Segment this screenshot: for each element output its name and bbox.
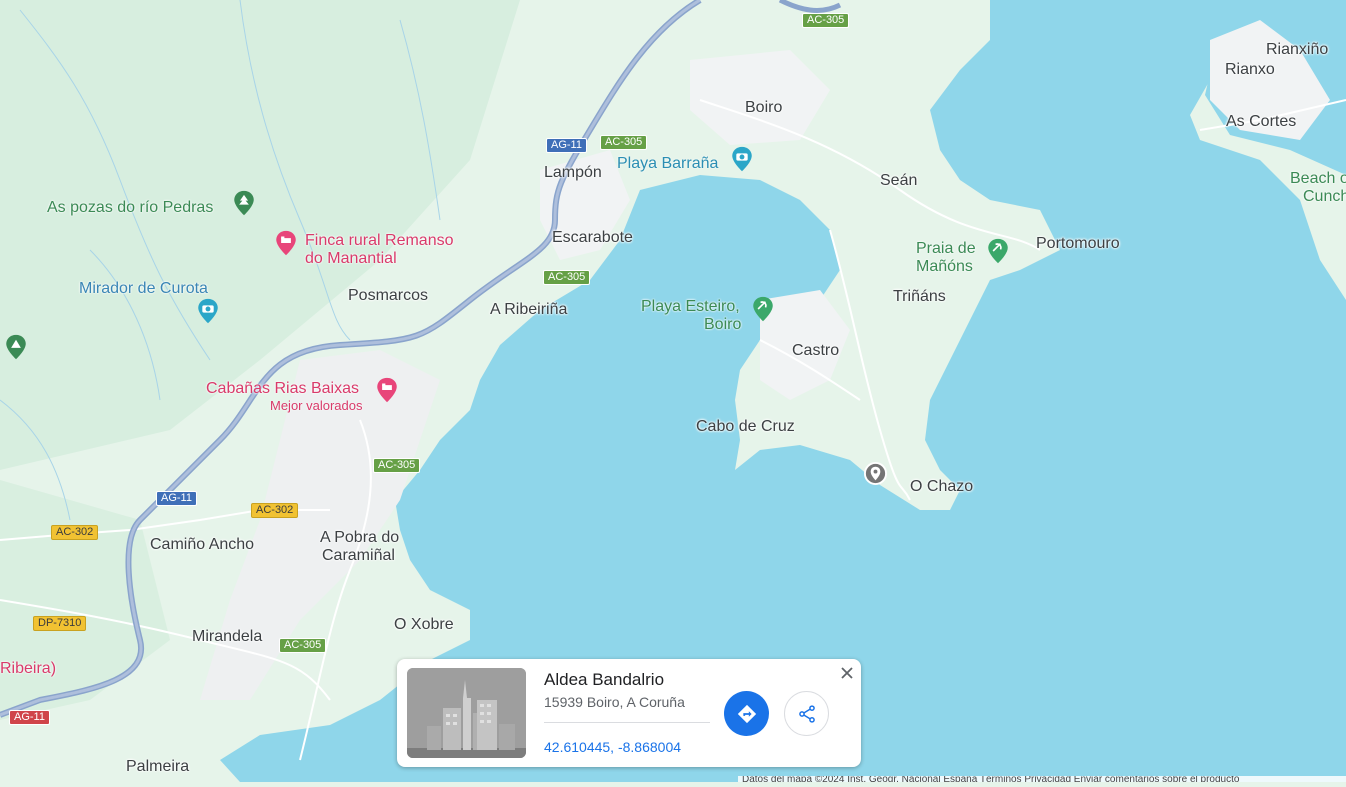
bed-icon[interactable] <box>374 377 400 403</box>
share-icon <box>798 704 815 723</box>
place-label[interactable]: Camiño Ancho <box>150 536 254 554</box>
place-label[interactable]: Mirandela <box>192 628 262 646</box>
campsite-icon[interactable] <box>3 334 29 360</box>
poi-label[interactable]: As pozas do río Pedras <box>47 199 213 217</box>
road-shield-ac305: AC-305 <box>279 638 327 653</box>
place-thumbnail[interactable] <box>407 668 526 758</box>
share-button[interactable] <box>784 691 829 736</box>
directions-icon <box>737 704 756 723</box>
road-shield-ac302: AC-302 <box>251 503 299 518</box>
place-label[interactable]: A Ribeiriña <box>490 301 567 319</box>
road-shield-ac305: AC-305 <box>600 135 648 150</box>
poi-label[interactable]: Praia de <box>916 240 976 258</box>
beach-icon[interactable] <box>750 296 776 322</box>
poi-label[interactable]: Playa Barraña <box>617 155 718 173</box>
road-shield-ac302: AC-302 <box>51 525 99 540</box>
poi-label[interactable]: Mirador de Curota <box>79 280 208 298</box>
poi-label[interactable]: do Manantial <box>305 250 397 268</box>
bed-icon[interactable] <box>273 230 299 256</box>
poi-label[interactable]: Mañóns <box>916 258 973 276</box>
road-shield-ac305: AC-305 <box>802 13 850 28</box>
road-shield-ac305: AC-305 <box>543 270 591 285</box>
place-label[interactable]: A Pobra do <box>320 529 399 547</box>
place-label[interactable]: Boiro <box>745 99 782 117</box>
place-label[interactable]: Rianxiño <box>1266 41 1328 59</box>
road-shield-ag11: AG-11 <box>156 491 197 506</box>
place-label[interactable]: Castro <box>792 342 839 360</box>
place-title: Aldea Bandalrio <box>544 670 665 689</box>
poi-sublabel[interactable]: Mejor valorados <box>270 397 363 415</box>
buildings-illustration <box>407 668 526 758</box>
place-label[interactable]: O Xobre <box>394 616 454 634</box>
close-button[interactable] <box>837 663 857 683</box>
beach-icon[interactable] <box>985 238 1011 264</box>
poi-label[interactable]: Boiro <box>704 316 741 334</box>
place-label[interactable]: Cabo de Cruz <box>696 418 795 436</box>
directions-button[interactable] <box>724 691 769 736</box>
place-label[interactable]: O Chazo <box>910 478 973 496</box>
place-label[interactable]: Portomouro <box>1036 235 1120 253</box>
place-label[interactable]: Rianxo <box>1225 61 1275 79</box>
road-shield-dp7310: DP-7310 <box>33 616 87 631</box>
poi-label[interactable]: Cabañas Rias Baixas <box>206 380 359 398</box>
poi-label[interactable]: Playa Esteiro, <box>641 298 740 316</box>
poi-label[interactable]: Beach o <box>1290 170 1346 188</box>
tree-icon[interactable] <box>231 190 257 216</box>
place-label[interactable]: Seán <box>880 172 917 190</box>
divider <box>544 722 710 723</box>
location-marker-icon[interactable] <box>863 461 888 486</box>
poi-label[interactable]: Cunch <box>1303 188 1346 206</box>
coordinates-link[interactable]: 42.610445, -8.868004 <box>544 739 681 755</box>
close-icon <box>841 667 853 679</box>
place-label[interactable]: Palmeira <box>126 758 189 776</box>
place-label[interactable]: As Cortes <box>1226 113 1296 131</box>
road-shield-ag11: AG-11 <box>9 710 50 725</box>
place-label[interactable]: Lampón <box>544 164 602 182</box>
place-address: 15939 Boiro, A Coruña <box>544 694 685 710</box>
place-label[interactable]: Triñáns <box>893 288 946 306</box>
road-shield-ag11: AG-11 <box>546 138 587 153</box>
place-info-card[interactable]: Aldea Bandalrio 15939 Boiro, A Coruña 42… <box>397 659 861 767</box>
camera-icon[interactable] <box>729 146 755 172</box>
camera-icon[interactable] <box>195 298 221 324</box>
place-label[interactable]: Caramiñal <box>322 547 395 565</box>
poi-label[interactable]: Finca rural Remanso <box>305 232 454 250</box>
map-attribution[interactable]: Datos del mapa ©2024 Inst. Geogr. Nacion… <box>738 776 1346 782</box>
place-label[interactable]: Posmarcos <box>348 287 428 305</box>
place-label[interactable]: Escarabote <box>552 229 633 247</box>
place-label[interactable]: Ribeira) <box>0 660 56 678</box>
road-shield-ac305: AC-305 <box>373 458 421 473</box>
